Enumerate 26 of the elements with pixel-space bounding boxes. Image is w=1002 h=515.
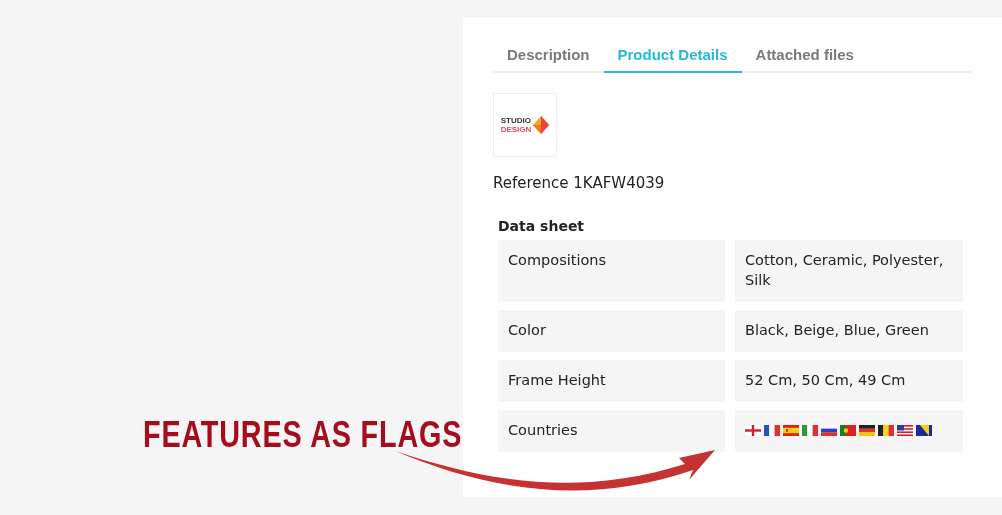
- table-cell: Frame Height: [498, 360, 725, 402]
- logo-text: DESIGN: [500, 125, 532, 134]
- diamond-icon: [533, 116, 550, 134]
- table-cell: Cotton, Ceramic, Polyester, Silk: [735, 240, 963, 302]
- tab[interactable]: Product Details: [603, 40, 742, 73]
- table-cell: Countries: [498, 410, 725, 452]
- flag-icon: [821, 424, 837, 436]
- tab[interactable]: Attached files: [741, 40, 868, 73]
- flag-icon: [745, 424, 761, 436]
- tab[interactable]: Description: [493, 40, 604, 73]
- table-cell: 52 Cm, 50 Cm, 49 Cm: [735, 360, 963, 402]
- table-cell: Compositions: [498, 240, 725, 302]
- flag-icon: [802, 424, 818, 436]
- table-cell: Black, Beige, Blue, Green: [735, 310, 963, 352]
- flag-icon: [897, 424, 913, 436]
- flag-icon: [840, 424, 856, 436]
- flag-icon: [783, 424, 799, 436]
- flag-icon: [859, 424, 875, 436]
- reference-text: Reference 1KAFW4039: [493, 174, 666, 192]
- headline: FEATURES AS FLAGS: [143, 414, 463, 456]
- flag-icon: [878, 424, 894, 436]
- logo-text: STUDIO: [500, 116, 532, 125]
- flag-icon: [916, 424, 932, 436]
- flag-icon: [764, 424, 780, 436]
- section-title: Data sheet: [498, 218, 586, 234]
- table-cell: Color: [498, 310, 725, 352]
